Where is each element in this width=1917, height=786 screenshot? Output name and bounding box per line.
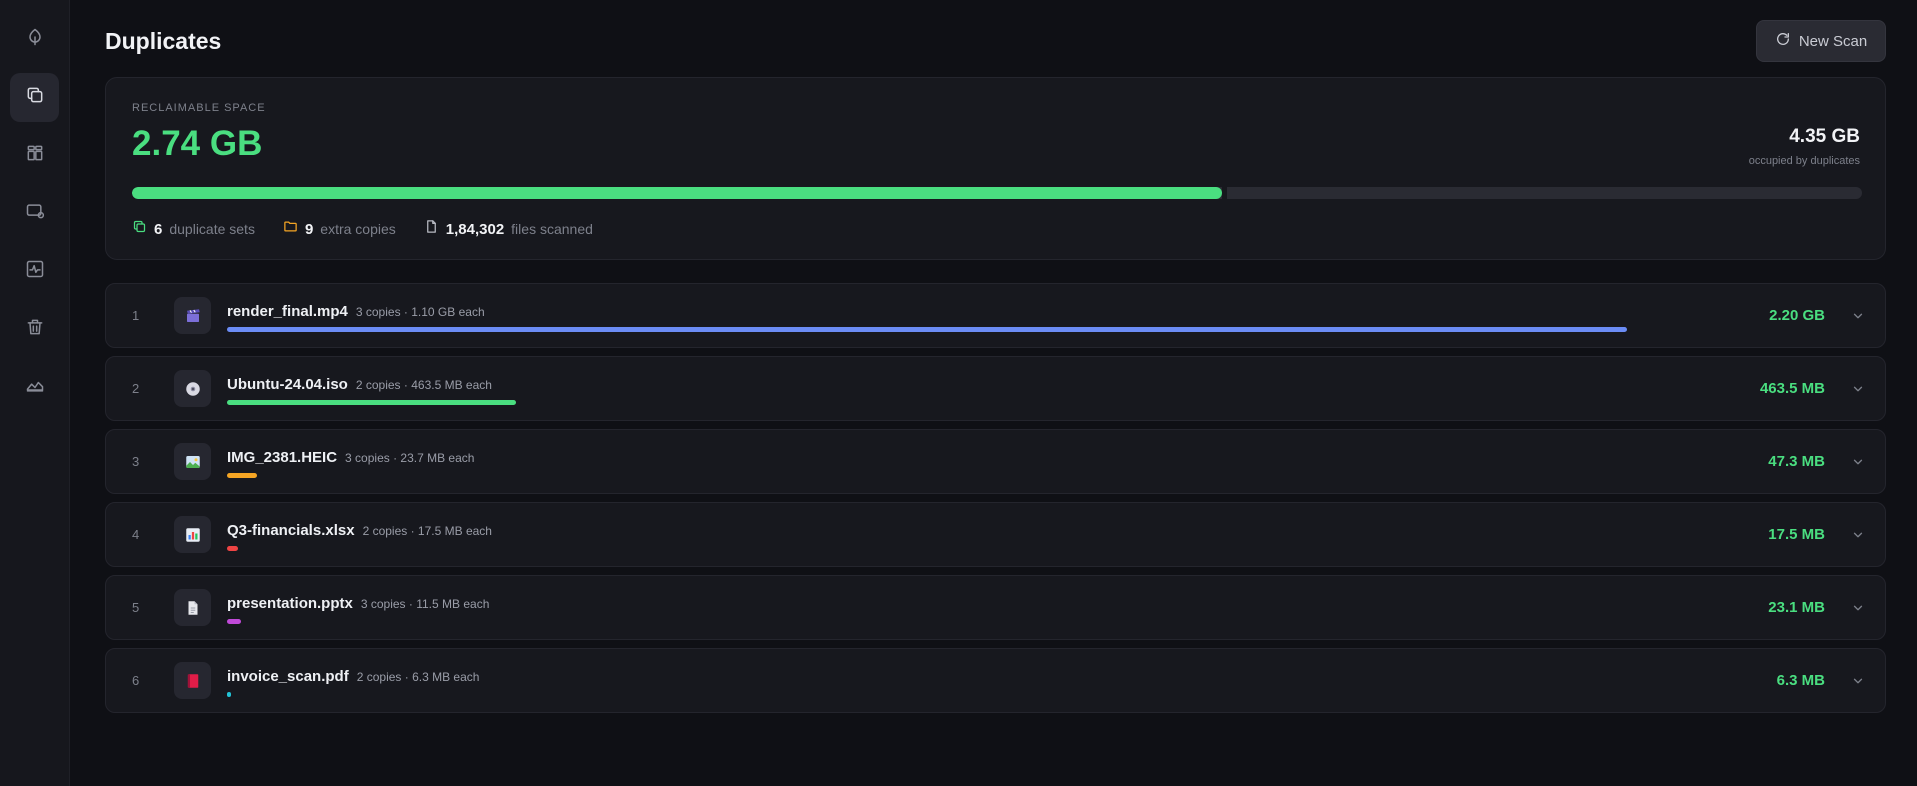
stat-duplicate-sets: 6 duplicate sets <box>132 219 255 239</box>
activity-icon <box>25 259 45 284</box>
duplicate-sets-label: duplicate sets <box>169 221 255 237</box>
chevron-down-icon[interactable] <box>1851 576 1865 639</box>
chevron-down-icon[interactable] <box>1851 430 1865 493</box>
duplicate-row[interactable]: 4 Q3-financials.xlsx 2 copies · 17.5 MB … <box>105 502 1886 567</box>
refresh-icon <box>1775 31 1791 51</box>
row-size: 463.5 MB <box>1759 380 1825 397</box>
disc-icon <box>174 370 211 407</box>
duplicate-sets-count: 6 <box>154 220 163 238</box>
size-bar <box>227 400 516 405</box>
occupied-label: occupied by duplicates <box>1748 155 1860 167</box>
row-index: 2 <box>132 381 140 396</box>
file-name-group: presentation.pptx 3 copies · 11.5 MB eac… <box>227 595 489 612</box>
leaf-icon <box>25 27 45 52</box>
file-name-group: Q3-financials.xlsx 2 copies · 17.5 MB ea… <box>227 522 492 539</box>
file-name-group: Ubuntu-24.04.iso 2 copies · 463.5 MB eac… <box>227 376 492 393</box>
nav-item-activity[interactable] <box>10 247 59 296</box>
file-meta: 3 copies · 23.7 MB each <box>345 451 475 465</box>
summary-card: RECLAIMABLE SPACE 2.74 GB 4.35 GB occupi… <box>105 77 1886 260</box>
files-scanned-count: 1,84,302 <box>445 220 505 238</box>
row-index: 6 <box>132 673 140 688</box>
area-chart-icon <box>25 375 45 400</box>
reclaimable-progress-bar <box>132 187 1862 199</box>
row-index: 4 <box>132 527 140 542</box>
nav-item-overview[interactable] <box>10 15 59 64</box>
monitor-icon <box>25 201 45 226</box>
stat-files-scanned: 1,84,302 files scanned <box>424 219 593 239</box>
clapperboard-icon <box>174 297 211 334</box>
row-index: 1 <box>132 308 140 323</box>
file-icon <box>424 219 439 239</box>
duplicate-row[interactable]: 6 invoice_scan.pdf 2 copies · 6.3 MB eac… <box>105 648 1886 713</box>
reclaimable-value: 2.74 GB <box>132 124 263 163</box>
row-size: 23.1 MB <box>1768 599 1825 616</box>
trash-icon <box>25 317 45 342</box>
reclaimable-progress-fill <box>132 187 1222 199</box>
files-scanned-label: files scanned <box>511 221 593 237</box>
nav-item-duplicates[interactable] <box>10 73 59 122</box>
size-bar <box>227 692 231 697</box>
occupied-value: 4.35 GB <box>1789 126 1860 147</box>
stat-extra-copies: 9 extra copies <box>283 219 396 239</box>
duplicate-row[interactable]: 2 Ubuntu-24.04.iso 2 copies · 463.5 MB e… <box>105 356 1886 421</box>
new-scan-label: New Scan <box>1798 32 1868 50</box>
main-content: Duplicates New Scan RECLAIMABLE SPACE 2.… <box>105 0 1886 786</box>
row-size: 47.3 MB <box>1768 453 1825 470</box>
duplicate-row[interactable]: 5 presentation.pptx 3 copies · 11.5 MB e… <box>105 575 1886 640</box>
scan-stats: 6 duplicate sets 9 extra copies 1,84,302… <box>132 219 593 239</box>
folder-icon <box>283 219 298 239</box>
file-name: invoice_scan.pdf <box>227 668 349 685</box>
file-name: Ubuntu-24.04.iso <box>227 376 348 393</box>
chevron-down-icon[interactable] <box>1851 357 1865 420</box>
row-index: 3 <box>132 454 140 469</box>
nav-item-history[interactable] <box>10 363 59 412</box>
chevron-down-icon[interactable] <box>1851 503 1865 566</box>
file-meta: 3 copies · 11.5 MB each <box>360 597 490 611</box>
duplicate-row[interactable]: 1 render_final.mp4 3 copies · 1.10 GB ea… <box>105 283 1886 348</box>
nav-item-apps[interactable] <box>10 189 59 238</box>
size-bar <box>227 619 241 624</box>
copy-icon <box>25 85 45 110</box>
chevron-down-icon[interactable] <box>1851 284 1865 347</box>
file-meta: 2 copies · 6.3 MB each <box>356 670 480 684</box>
size-bar <box>227 546 238 551</box>
size-bar <box>227 473 257 478</box>
new-scan-button[interactable]: New Scan <box>1756 20 1886 62</box>
row-size: 17.5 MB <box>1768 526 1825 543</box>
progress-separator <box>1222 187 1227 199</box>
extra-copies-label: extra copies <box>320 221 396 237</box>
file-meta: 3 copies · 1.10 GB each <box>355 305 485 319</box>
file-name-group: invoice_scan.pdf 2 copies · 6.3 MB each <box>227 668 479 685</box>
document-icon <box>174 589 211 626</box>
bar-chart-icon <box>174 516 211 553</box>
duplicate-list: 1 render_final.mp4 3 copies · 1.10 GB ea… <box>105 283 1886 721</box>
file-name: presentation.pptx <box>227 595 353 612</box>
chevron-down-icon[interactable] <box>1851 649 1865 712</box>
copy-icon <box>132 219 147 239</box>
row-size: 6.3 MB <box>1776 672 1825 689</box>
file-name-group: render_final.mp4 3 copies · 1.10 GB each <box>227 303 485 320</box>
file-meta: 2 copies · 17.5 MB each <box>362 524 492 538</box>
nav-item-trash[interactable] <box>10 305 59 354</box>
sidebar <box>0 0 70 786</box>
extra-copies-count: 9 <box>304 220 314 238</box>
page-title: Duplicates <box>105 28 222 54</box>
nav-item-categories[interactable] <box>10 131 59 180</box>
reclaimable-label: RECLAIMABLE SPACE <box>132 102 266 114</box>
picture-icon <box>174 443 211 480</box>
grid-icon <box>25 143 45 168</box>
file-name: IMG_2381.HEIC <box>227 449 338 466</box>
file-meta: 2 copies · 463.5 MB each <box>355 378 492 392</box>
duplicate-row[interactable]: 3 IMG_2381.HEIC 3 copies · 23.7 MB each … <box>105 429 1886 494</box>
file-name: Q3-financials.xlsx <box>227 522 355 539</box>
file-name: render_final.mp4 <box>227 303 348 320</box>
red-book-icon <box>174 662 211 699</box>
row-size: 2.20 GB <box>1769 307 1825 324</box>
file-name-group: IMG_2381.HEIC 3 copies · 23.7 MB each <box>227 449 474 466</box>
size-bar <box>227 327 1627 332</box>
row-index: 5 <box>132 600 140 615</box>
